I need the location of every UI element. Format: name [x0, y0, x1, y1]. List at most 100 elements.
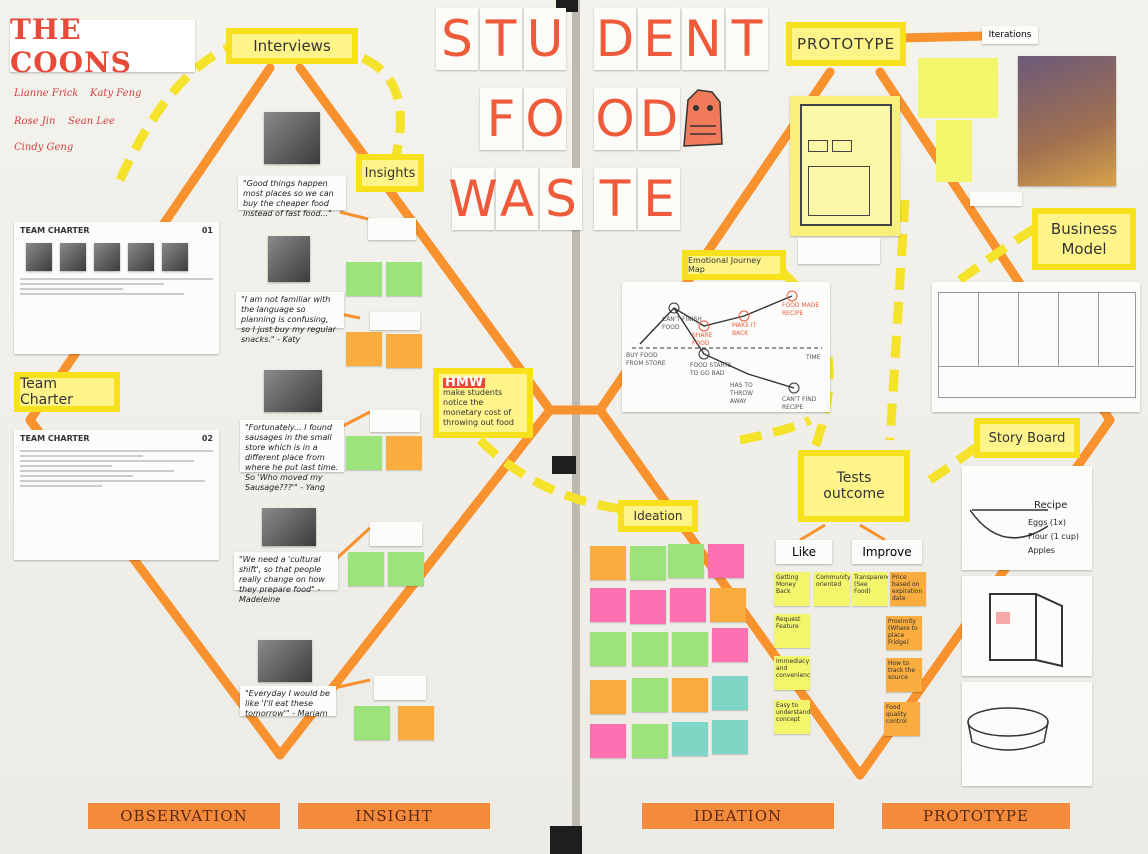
connector-like	[799, 523, 826, 542]
storyboard-recipe-text: Recipe	[1034, 500, 1068, 511]
ideation-label: Ideation	[618, 500, 698, 532]
charter-number: 02	[201, 434, 213, 443]
like-sticky: Easy to understand concept	[774, 700, 810, 734]
team-charter-card: TEAM CHARTER 02	[14, 430, 219, 560]
storyboard-frame-1: Recipe Eggs (1x) Flour (1 cup) Apples	[962, 466, 1092, 570]
journey-axis-label: TIME	[806, 354, 821, 361]
idea-sticky	[672, 722, 708, 756]
title-letter: O	[594, 88, 636, 150]
stage-label-prototype: PROTOTYPE	[882, 803, 1070, 829]
title-letter: W	[448, 168, 498, 230]
orange-tape-iterations	[895, 31, 990, 43]
title-letter: N	[682, 8, 724, 70]
journey-point: HAS TO THROW AWAY	[730, 382, 754, 405]
interview-photo	[264, 112, 320, 164]
insight-sticky	[386, 334, 422, 368]
title-letter: D	[594, 8, 636, 70]
interview-quote: "Good things happen most places so we ca…	[238, 176, 346, 218]
hmw-text: make students notice the monetary cost o…	[443, 388, 514, 427]
journey-point: CAN'T FINISH FOOD	[662, 316, 702, 331]
business-model-canvas	[932, 282, 1140, 412]
prototype-caption	[798, 238, 880, 264]
hmw-statement: HMW make students notice the monetary co…	[433, 368, 533, 438]
member-name: Sean Lee	[68, 116, 115, 127]
title-letter: F	[480, 88, 522, 150]
insight-sticky	[348, 552, 384, 586]
journey-point: BUY FOOD FROM STORE	[626, 352, 666, 367]
like-sticky: Community oriented	[814, 572, 850, 606]
insight-sticky	[398, 706, 434, 740]
charter-title: TEAM CHARTER	[20, 226, 90, 235]
idea-sticky	[632, 632, 668, 666]
interview-quote: "I am not familiar with the language so …	[236, 292, 344, 344]
idea-sticky	[632, 724, 668, 758]
interview-photo	[262, 508, 316, 546]
stage-label-observation: OBSERVATION	[88, 803, 280, 829]
interviews-label: Interviews	[226, 28, 358, 64]
charter-number: 01	[201, 226, 213, 235]
title-letter: U	[524, 8, 566, 70]
improve-sticky: Proximity (Where to place Fridge)	[886, 616, 922, 650]
idea-sticky	[630, 590, 666, 624]
improve-sticky: How to track the source	[886, 658, 922, 692]
idea-sticky	[710, 588, 746, 622]
storyboard-frame-2	[962, 576, 1092, 676]
insight-note	[374, 676, 426, 700]
title-letter: O	[524, 88, 566, 150]
like-sticky: Request Feature	[774, 614, 810, 648]
prototype-label: PROTOTYPE	[786, 22, 906, 66]
insight-note	[370, 410, 420, 432]
title-letter: T	[726, 8, 768, 70]
iterations-label: Iterations	[982, 26, 1038, 44]
storyboard-ingredient: Flour (1 cup)	[1028, 532, 1080, 541]
team-charter-card: TEAM CHARTER 01	[14, 222, 219, 354]
member-photo	[60, 243, 86, 271]
idea-sticky	[630, 546, 666, 580]
idea-sticky	[590, 632, 626, 666]
insight-note	[370, 522, 422, 546]
journey-point: MAKE IT BACK	[732, 322, 757, 337]
idea-sticky	[712, 720, 748, 754]
improve-sticky: Food quality control	[884, 702, 920, 736]
storyboard-fridge-icon	[989, 593, 1063, 668]
insight-sticky	[386, 436, 422, 470]
storyboard-ingredient: Apples	[1028, 546, 1055, 555]
interview-photo	[268, 236, 310, 282]
insight-sticky	[346, 332, 382, 366]
yellow-dash-insights	[329, 45, 405, 162]
title-letter: E	[638, 168, 680, 230]
like-label: Like	[776, 540, 832, 564]
prototype-photo	[1018, 56, 1116, 186]
team-logo-text: THE COONS	[10, 13, 132, 79]
member-name: Katy Feng	[90, 88, 142, 99]
insight-note	[368, 218, 416, 240]
idea-sticky	[590, 724, 626, 758]
journey-point: FOOD STARTS TO GO BAD	[690, 362, 732, 377]
member-name: Lianne Frick	[14, 88, 79, 99]
emotional-journey-map-label: Emotional Journey Map	[682, 250, 786, 280]
prototype-sketch	[790, 96, 900, 236]
insight-sticky	[386, 262, 422, 296]
charter-title: TEAM CHARTER	[20, 434, 90, 443]
business-model-label: Business Model	[1032, 208, 1136, 270]
interview-quote: "We need a 'cultural shift', so that peo…	[234, 552, 338, 604]
journey-point: SHARE FOOD	[692, 332, 713, 347]
iteration-sticky	[954, 58, 998, 118]
whiteboard: THE COONS Lianne Frick Katy Feng Rose Ji…	[0, 0, 1148, 854]
idea-sticky	[590, 588, 626, 622]
yellow-dash-tests	[739, 415, 813, 445]
idea-sticky	[590, 546, 626, 580]
title-letter: T	[480, 8, 522, 70]
story-board-label: Story Board	[974, 418, 1080, 458]
iteration-sticky	[936, 120, 972, 182]
member-photo	[128, 243, 154, 271]
stage-label-ideation: IDEATION	[642, 803, 834, 829]
like-sticky: Getting Money Back	[774, 572, 810, 606]
idea-sticky	[670, 588, 706, 622]
improve-sticky: Transparency (See Food)	[852, 572, 888, 606]
member-photo	[162, 243, 188, 271]
yellow-dash-business	[957, 221, 1043, 284]
emotional-journey-map: BUY FOOD FROM STORE CAN'T FINISH FOOD SH…	[622, 282, 830, 412]
insight-note	[370, 312, 420, 330]
storyboard-frame-3	[962, 682, 1092, 786]
